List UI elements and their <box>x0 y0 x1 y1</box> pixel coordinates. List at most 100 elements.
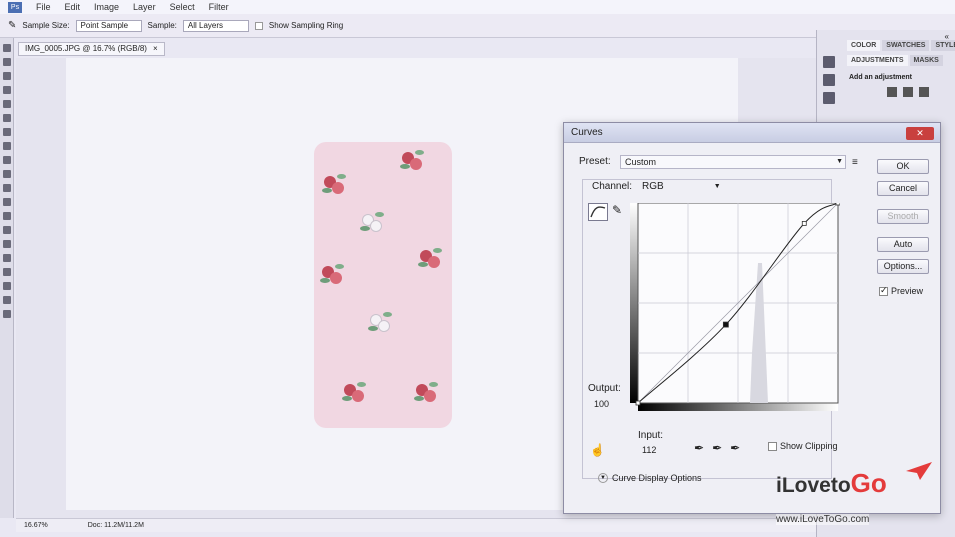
show-clipping-label: Show Clipping <box>780 441 838 451</box>
curves-graph[interactable] <box>630 203 840 411</box>
auto-button[interactable]: Auto <box>877 237 929 252</box>
eraser-tool-icon[interactable] <box>3 184 11 192</box>
tools-panel <box>0 38 14 518</box>
tab-style[interactable]: STYLE <box>931 40 955 51</box>
tab-swatches[interactable]: SWATCHES <box>882 40 930 51</box>
type-tool-icon[interactable] <box>3 254 11 262</box>
menu-image[interactable]: Image <box>94 2 119 12</box>
curve-control-point[interactable] <box>835 203 840 206</box>
sample-select[interactable]: All Layers <box>182 19 249 32</box>
curve-control-point[interactable] <box>635 400 641 406</box>
curve-display-options-label: Curve Display Options <box>612 473 702 483</box>
blur-tool-icon[interactable] <box>3 212 11 220</box>
output-label: Output: <box>588 383 621 394</box>
add-adjustment-heading: Add an adjustment <box>849 74 913 81</box>
floral-motif <box>414 380 440 406</box>
document-tab[interactable]: IMG_0005.JPG @ 16.7% (RGB/8) × <box>18 42 165 56</box>
preset-options-icon[interactable]: ≡ <box>852 157 858 168</box>
output-gradient-bar <box>630 203 638 403</box>
options-button[interactable]: Options... <box>877 259 929 274</box>
shape-tool-icon[interactable] <box>3 282 11 290</box>
tab-color[interactable]: COLOR <box>847 40 881 51</box>
gray-point-eyedropper-icon[interactable]: ✒ <box>712 441 722 455</box>
eyedroppers: ✒ ✒ ✒ <box>694 441 740 455</box>
document-size: Doc: 11.2M/11.2M <box>87 522 144 529</box>
history-panel-icon[interactable] <box>823 56 835 68</box>
collapse-panels-icon[interactable]: « <box>945 32 949 41</box>
show-sampling-ring-checkbox[interactable] <box>254 21 263 30</box>
hand-tool-icon[interactable] <box>3 296 11 304</box>
channel-select[interactable]: RGB <box>642 181 664 192</box>
floral-motif <box>342 380 368 406</box>
adjustment-icons <box>887 87 955 97</box>
input-gradient-bar <box>638 403 838 411</box>
phone-case-image <box>314 142 452 428</box>
pencil-tool-icon[interactable]: ✎ <box>612 203 622 217</box>
document-title: IMG_0005.JPG @ 16.7% (RGB/8) <box>25 44 147 53</box>
black-point-eyedropper-icon[interactable]: ✒ <box>694 441 704 455</box>
menu-file[interactable]: File <box>36 2 51 12</box>
photoshop-logo-icon[interactable]: Ps <box>8 1 22 13</box>
cancel-button[interactable]: Cancel <box>877 181 929 196</box>
play-panel-icon[interactable] <box>823 92 835 104</box>
ok-button[interactable]: OK <box>877 159 929 174</box>
curve-edit-tool-icon[interactable] <box>588 203 608 221</box>
path-select-tool-icon[interactable] <box>3 268 11 276</box>
status-bar: 16.67% Doc: 11.2M/11.2M <box>16 518 816 532</box>
quick-select-tool-icon[interactable] <box>3 86 11 94</box>
menu-edit[interactable]: Edit <box>65 2 81 12</box>
dialog-title: Curves <box>571 127 603 138</box>
watermark-brand: iLovetoGo <box>776 468 887 499</box>
brush-tool-icon[interactable] <box>3 142 11 150</box>
show-clipping-checkbox[interactable] <box>768 441 777 451</box>
curves-icon[interactable] <box>919 87 929 97</box>
eyedropper-tool-icon[interactable]: ✎ <box>8 20 16 31</box>
preset-label: Preset: <box>579 156 611 167</box>
zoom-tool-icon[interactable] <box>3 310 11 318</box>
tab-masks[interactable]: MASKS <box>909 55 943 66</box>
options-bar: ✎ Sample Size: Point Sample Sample: All … <box>0 14 955 38</box>
preview-checkbox[interactable] <box>879 285 888 296</box>
paper-plane-icon <box>906 462 932 480</box>
dialog-titlebar[interactable]: Curves <box>564 123 940 143</box>
watermark-site: www.iLoveToGo.com <box>776 514 870 525</box>
output-value[interactable]: 100 <box>594 399 609 409</box>
chevron-down-icon: ▼ <box>836 158 843 165</box>
healing-tool-icon[interactable] <box>3 128 11 136</box>
channel-row: Channel: RGB ▼ <box>592 181 721 192</box>
on-image-adjust-icon[interactable]: ☝ <box>590 443 605 457</box>
chevron-down-icon[interactable]: ▼ <box>714 183 721 190</box>
white-point-eyedropper-icon[interactable]: ✒ <box>730 441 740 455</box>
menu-select[interactable]: Select <box>170 2 195 12</box>
smooth-button[interactable]: Smooth <box>877 209 929 224</box>
eyedropper-tool-icon[interactable] <box>3 114 11 122</box>
input-label: Input: <box>638 430 664 441</box>
close-document-icon[interactable]: × <box>153 43 158 55</box>
lasso-tool-icon[interactable] <box>3 72 11 80</box>
brightness-icon[interactable] <box>887 87 897 97</box>
menu-layer[interactable]: Layer <box>133 2 156 12</box>
pen-tool-icon[interactable] <box>3 240 11 248</box>
curve-control-point[interactable] <box>801 220 807 226</box>
levels-icon[interactable] <box>903 87 913 97</box>
zoom-level[interactable]: 16.67% <box>24 522 48 529</box>
history-brush-tool-icon[interactable] <box>3 170 11 178</box>
stamp-tool-icon[interactable] <box>3 156 11 164</box>
watermark: iLovetoGo www.iLoveToGo.com <box>770 462 950 532</box>
curve-control-point[interactable] <box>722 321 729 328</box>
dodge-tool-icon[interactable] <box>3 226 11 234</box>
sample-size-select[interactable]: Point Sample <box>75 19 142 32</box>
crop-tool-icon[interactable] <box>3 100 11 108</box>
move-tool-icon[interactable] <box>3 44 11 52</box>
preset-select[interactable]: Custom ▼ <box>620 155 846 169</box>
menu-filter[interactable]: Filter <box>209 2 229 12</box>
tab-adjustments[interactable]: ADJUSTMENTS <box>847 55 908 66</box>
floral-motif <box>368 310 394 336</box>
gradient-tool-icon[interactable] <box>3 198 11 206</box>
curve-display-options-toggle[interactable]: ▼ Curve Display Options <box>598 473 702 483</box>
marquee-tool-icon[interactable] <box>3 58 11 66</box>
menu-bar: Ps File Edit Image Layer Select Filter <box>0 0 955 14</box>
close-dialog-button[interactable]: ✕ <box>906 127 934 140</box>
actions-panel-icon[interactable] <box>823 74 835 86</box>
input-value[interactable]: 112 <box>642 445 670 457</box>
